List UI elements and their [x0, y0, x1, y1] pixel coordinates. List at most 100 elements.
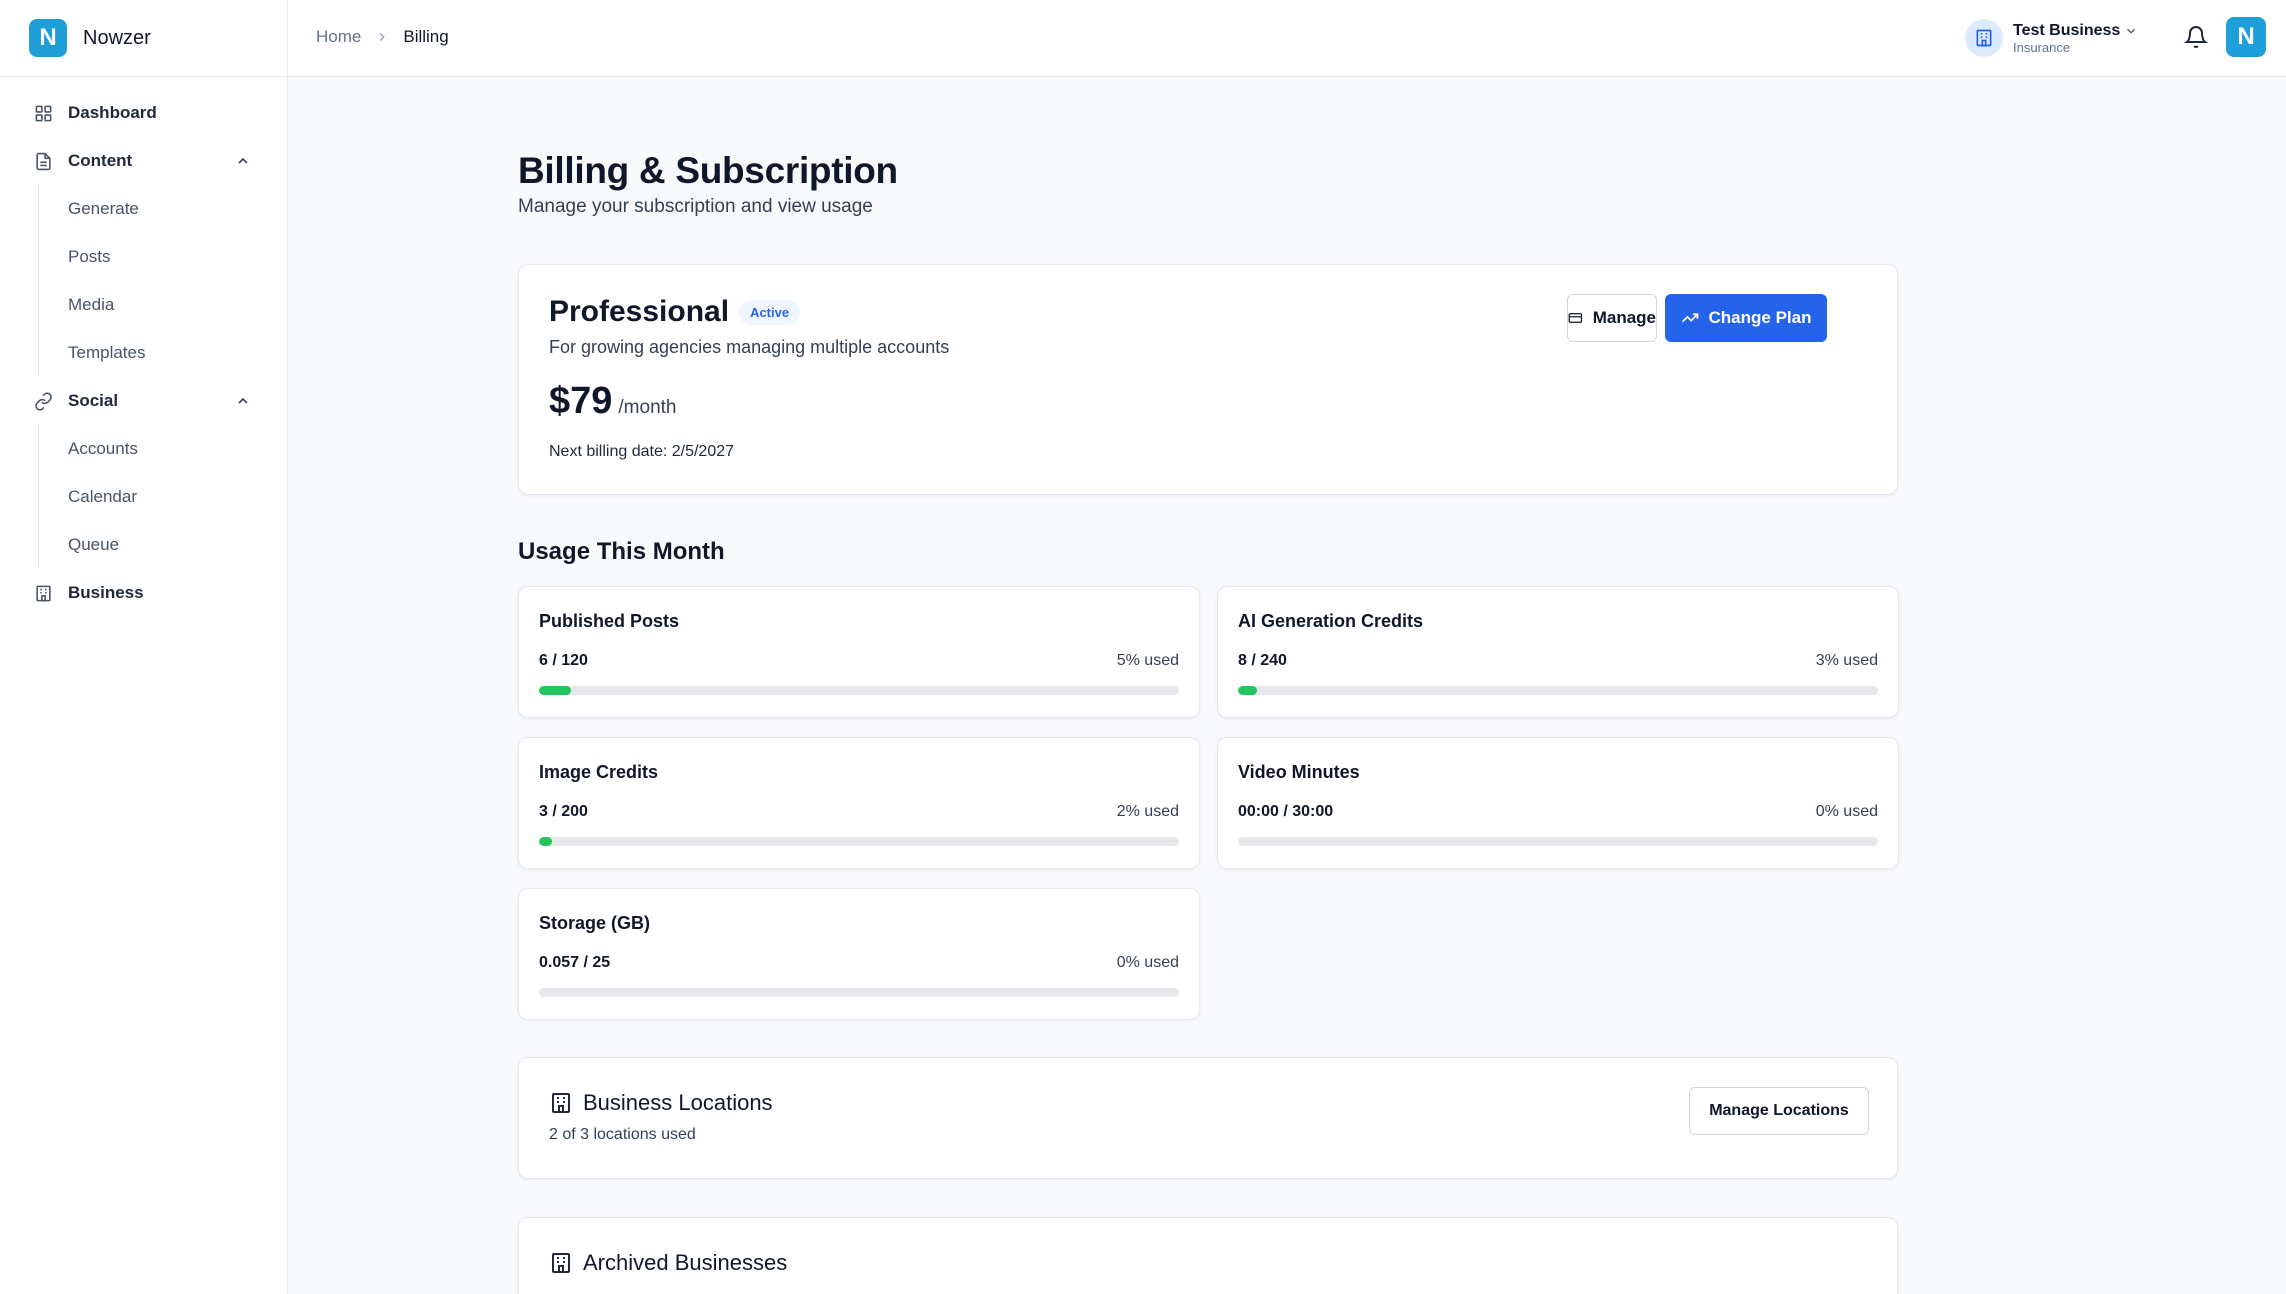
notification-bell-icon[interactable]: [2184, 25, 2208, 49]
usage-percent: 3% used: [1815, 652, 1878, 669]
usage-label: Image Credits: [539, 762, 659, 782]
building-icon: [36, 585, 51, 601]
usage-percent: 2% used: [1116, 803, 1179, 820]
sidebar-item-label: Social: [68, 391, 119, 410]
usage-count: 8 / 240: [1238, 652, 1287, 669]
business-locations-card: Business Locations 2 of 3 locations used…: [518, 1057, 1898, 1179]
usage-count: 00:00 / 30:00: [1238, 803, 1334, 820]
business-name: Test Business: [2013, 21, 2121, 39]
social-subnav: Accounts Calendar Queue: [38, 425, 287, 569]
chevron-down-icon: [2127, 28, 2136, 34]
sidebar-item-label: Content: [68, 151, 133, 170]
price-period: /month: [618, 397, 677, 418]
locations-title: Business Locations: [583, 1090, 773, 1115]
sidebar-item-business[interactable]: Business: [0, 569, 287, 617]
usage-progress-fill: [539, 837, 552, 846]
top-header: Home Billing Test Business Insurance N: [288, 0, 2286, 77]
main-content: Billing & Subscription Manage your subsc…: [518, 150, 1899, 1294]
usage-card-video-minutes: Video Minutes 00:00 / 30:00 0% used: [1217, 737, 1899, 869]
brand[interactable]: N Nowzer: [0, 0, 287, 77]
link-icon: [35, 391, 52, 411]
usage-card-storage: Storage (GB) 0.057 / 25 0% used: [518, 888, 1200, 1020]
plan-name: Professional: [549, 295, 730, 328]
trending-up-icon: [1681, 313, 1698, 323]
building-icon: [1976, 29, 1992, 47]
usage-stats: 6 / 120 5% used: [539, 652, 1179, 670]
business-avatar: [1965, 19, 2003, 57]
manage-button[interactable]: Manage: [1567, 294, 1657, 342]
archived-title: Archived Businesses: [583, 1250, 788, 1275]
usage-percent: 5% used: [1116, 652, 1179, 669]
locations-usage-text: 2 of 3 locations used: [549, 1126, 696, 1143]
sidebar-item-media[interactable]: Media: [39, 281, 287, 329]
status-badge: Active: [739, 299, 801, 325]
usage-progress-bar: [539, 988, 1179, 997]
usage-progress-fill: [1238, 686, 1258, 695]
document-icon: [36, 152, 51, 170]
usage-progress-bar: [1238, 837, 1878, 846]
manage-button-label: Manage: [1592, 308, 1656, 327]
sidebar-item-templates[interactable]: Templates: [39, 329, 287, 377]
plan-price: $79 /month: [549, 380, 1867, 423]
usage-section-title: Usage This Month: [518, 538, 725, 565]
sidebar-item-label: Business: [68, 583, 144, 602]
usage-label: AI Generation Credits: [1238, 611, 1424, 631]
usage-progress-bar: [539, 686, 1179, 695]
usage-progress-bar: [1238, 686, 1878, 695]
chevron-up-icon[interactable]: [235, 153, 251, 169]
business-type: Insurance: [2013, 39, 2071, 55]
sidebar: N Nowzer Dashboard Content Generate Post…: [0, 0, 288, 1294]
price-amount: $79: [549, 380, 613, 422]
sidebar-nav: Dashboard Content Generate Posts Media T…: [0, 77, 287, 617]
usage-progress-bar: [539, 837, 1179, 846]
breadcrumb: Home Billing: [316, 27, 449, 47]
brand-logo: N: [29, 19, 67, 57]
chevron-up-icon[interactable]: [235, 393, 251, 409]
manage-locations-button[interactable]: Manage Locations: [1689, 1087, 1869, 1135]
sidebar-item-generate[interactable]: Generate: [39, 185, 287, 233]
change-plan-button-label: Change Plan: [1708, 308, 1812, 327]
sidebar-item-dashboard[interactable]: Dashboard: [0, 89, 287, 137]
manage-locations-button-label: Manage Locations: [1709, 1102, 1849, 1119]
breadcrumb-home[interactable]: Home: [316, 27, 361, 47]
page-title: Billing & Subscription: [518, 150, 898, 191]
usage-stats: 3 / 200 2% used: [539, 803, 1179, 821]
dashboard-icon: [35, 105, 52, 121]
plan-card: Professional Active For growing agencies…: [518, 264, 1898, 495]
usage-label: Video Minutes: [1238, 762, 1360, 782]
sidebar-item-posts[interactable]: Posts: [39, 233, 287, 281]
usage-stats: 00:00 / 30:00 0% used: [1238, 803, 1878, 821]
usage-progress-fill: [539, 686, 571, 695]
building-icon: [552, 1253, 570, 1273]
credit-card-icon: [1568, 313, 1583, 323]
usage-stats: 8 / 240 3% used: [1238, 652, 1878, 670]
usage-count: 0.057 / 25: [539, 954, 611, 971]
business-info: Test Business Insurance: [2013, 21, 2120, 56]
usage-stats: 0.057 / 25 0% used: [539, 954, 1179, 972]
sidebar-item-content[interactable]: Content: [0, 137, 287, 185]
sidebar-item-queue[interactable]: Queue: [39, 521, 287, 569]
change-plan-button[interactable]: Change Plan: [1665, 294, 1827, 342]
locations-header: Business Locations: [549, 1090, 1867, 1116]
page-subtitle: Manage your subscription and view usage: [518, 196, 873, 217]
usage-count: 6 / 120: [539, 652, 588, 669]
usage-card-ai-credits: AI Generation Credits 8 / 240 3% used: [1217, 586, 1899, 718]
archived-businesses-card: Archived Businesses: [518, 1217, 1898, 1294]
sidebar-item-label: Dashboard: [68, 103, 157, 122]
usage-percent: 0% used: [1116, 954, 1179, 971]
usage-label: Storage (GB): [539, 913, 651, 933]
building-icon: [552, 1093, 570, 1113]
next-billing-date: Next billing date: 2/5/2027: [549, 443, 735, 460]
usage-percent: 0% used: [1815, 803, 1878, 820]
breadcrumb-current: Billing: [403, 27, 449, 46]
usage-card-published-posts: Published Posts 6 / 120 5% used: [518, 586, 1200, 718]
user-avatar[interactable]: N: [2226, 17, 2266, 57]
content-subnav: Generate Posts Media Templates: [38, 185, 287, 377]
chevron-right-icon: [380, 33, 386, 41]
sidebar-item-calendar[interactable]: Calendar: [39, 473, 287, 521]
sidebar-item-social[interactable]: Social: [0, 377, 287, 425]
archived-header: Archived Businesses: [549, 1250, 1867, 1276]
usage-card-image-credits: Image Credits 3 / 200 2% used: [518, 737, 1200, 869]
sidebar-item-accounts[interactable]: Accounts: [39, 425, 287, 473]
business-switcher[interactable]: Test Business Insurance: [1965, 14, 2138, 62]
